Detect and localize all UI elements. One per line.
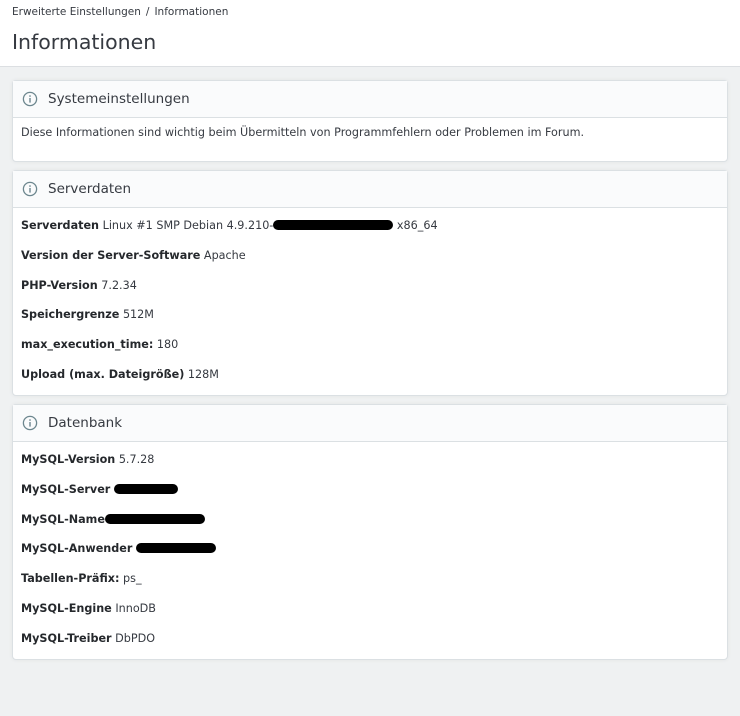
database-card: Datenbank MySQL-Version 5.7.28 MySQL-Ser… [12,403,728,660]
redacted-block [104,513,205,524]
page-title: Informationen [12,30,157,54]
mysql-driver-row: MySQL-Treiber DbPDO [21,629,719,655]
breadcrumb-separator: / [145,6,150,18]
info-circle-icon [21,414,39,432]
card-body: Diese Informationen sind wichtig beim Üb… [13,118,727,161]
redacted-block [113,483,178,494]
row-value: 180 [156,338,179,352]
upload-max-row: Upload (max. Dateigröße) 128M [21,365,719,391]
row-value: InnoDB [115,601,156,615]
redacted-block [135,543,216,554]
page-header: Erweiterte Einstellungen / Informationen I… [0,0,740,67]
card-header: Datenbank [13,404,727,442]
row-value: Apache [203,248,246,262]
row-label: MySQL-Version [21,452,116,466]
card-title: Serverdaten [48,181,132,197]
mysql-user-row: MySQL-Anwender [21,539,719,569]
memory-limit-row: Speichergrenze 512M [21,305,719,335]
row-label: max_execution_time: [21,338,154,352]
server-data-row: Serverdaten Linux #1 SMP Debian 4.9.210-… [21,216,719,246]
row-value-suffix: x86_64 [396,219,438,232]
system-settings-card: Systemeinstellungen Diese Informationen … [12,80,728,162]
row-label: Upload (max. Dateigröße) [21,367,185,381]
table-prefix-row: Tabellen-Präfix: ps_ [21,569,719,599]
info-circle-icon [21,90,39,108]
row-value: ps_ [123,572,142,586]
mysql-version-row: MySQL-Version 5.7.28 [21,450,719,480]
server-data-card: Serverdaten Serverdaten Linux #1 SMP Deb… [12,170,728,396]
mysql-engine-row: MySQL-Engine InnoDB [21,599,719,629]
card-header: Systemeinstellungen [13,81,727,118]
row-label: Tabellen-Präfix: [21,572,120,586]
breadcrumb-parent-link[interactable]: Erweiterte Einstellungen [12,6,141,18]
row-label: MySQL-Name [21,512,105,526]
card-body: MySQL-Version 5.7.28 MySQL-Server MySQL-… [13,442,727,659]
info-circle-icon [21,180,39,198]
card-title: Datenbank [48,414,123,431]
mysql-server-row: MySQL-Server [21,480,719,510]
row-value: 128M [187,367,219,381]
redacted-block [273,220,394,230]
server-software-row: Version der Server-Software Apache [21,246,719,276]
row-value: DbPDO [115,631,156,645]
card-title: Systemeinstellungen [48,91,190,107]
main-content: Systemeinstellungen Diese Informationen … [0,67,740,660]
breadcrumb: Erweiterte Einstellungen / Informationen [12,0,728,19]
row-label: MySQL-Engine [21,601,112,615]
row-value: 7.2.34 [101,278,137,292]
mysql-name-row: MySQL-Name [21,510,719,540]
row-value: 5.7.28 [118,452,155,466]
row-label: Version der Server-Software [21,248,201,262]
system-info-text: Diese Informationen sind wichtig beim Üb… [21,126,585,139]
card-header: Serverdaten [13,171,727,208]
row-label: MySQL-Anwender [21,542,133,556]
row-label: Serverdaten [21,219,100,232]
row-value: Linux #1 SMP Debian 4.9.210- [102,219,274,232]
row-value: 512M [122,308,154,322]
row-label: MySQL-Treiber [21,631,112,645]
max-execution-time-row: max_execution_time: 180 [21,335,719,365]
card-body: Serverdaten Linux #1 SMP Debian 4.9.210-… [13,208,727,395]
row-label: MySQL-Server [21,482,111,496]
row-label: Speichergrenze [21,308,120,322]
row-label: PHP-Version [21,278,98,292]
breadcrumb-current: Informationen [154,6,229,18]
php-version-row: PHP-Version 7.2.34 [21,276,719,306]
